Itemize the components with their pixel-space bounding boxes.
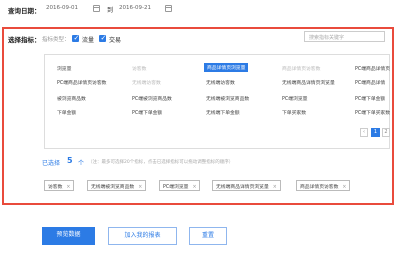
- metric-item[interactable]: PC端下单买家数: [355, 109, 390, 116]
- traffic-checkbox[interactable]: [72, 34, 79, 42]
- pager-page-2[interactable]: 2: [382, 128, 390, 137]
- traffic-checkbox-label[interactable]: 流量: [82, 35, 94, 44]
- metric-item[interactable]: 无线端访客数: [206, 79, 235, 86]
- metric-item[interactable]: PC端下单金额: [132, 109, 162, 116]
- metric-item[interactable]: PC端下单金额: [355, 95, 385, 102]
- reset-button[interactable]: 重置: [189, 227, 227, 245]
- metric-item-selected[interactable]: 商品详情页浏览量: [204, 63, 249, 72]
- select-metric-label: 选择指标：: [8, 36, 41, 44]
- chosen-tag[interactable]: 无线端被浏览商品数 ×: [87, 180, 147, 191]
- preview-data-button[interactable]: 预览数据: [42, 227, 95, 245]
- metric-item[interactable]: 无线端商品详情页浏览量: [282, 79, 335, 86]
- query-date-label: 查询日期：: [8, 7, 41, 15]
- calendar-icon[interactable]: [165, 5, 172, 12]
- metric-item[interactable]: 无线端下单金额: [206, 109, 240, 116]
- metric-item[interactable]: PC端商品详情: [355, 79, 385, 86]
- close-icon[interactable]: ×: [342, 185, 346, 190]
- pager-prev-button[interactable]: ‹: [360, 128, 368, 137]
- chosen-tag-label: 无线端被浏览商品数: [91, 185, 135, 190]
- metric-item[interactable]: PC端商品详情页访客数: [57, 79, 106, 86]
- chosen-label: 已选择: [42, 160, 61, 167]
- close-icon[interactable]: ×: [273, 185, 277, 190]
- close-icon[interactable]: ×: [192, 185, 196, 190]
- trade-checkbox[interactable]: [99, 34, 106, 42]
- metric-item[interactable]: 下单金额: [57, 109, 76, 116]
- calendar-icon[interactable]: [93, 5, 100, 12]
- chosen-tag[interactable]: PC端浏览量 ×: [159, 180, 201, 191]
- metric-item[interactable]: PC端浏览量: [282, 95, 307, 102]
- close-icon[interactable]: ×: [138, 185, 142, 190]
- chosen-count: 5: [67, 156, 73, 165]
- metric-item[interactable]: PC端商品详情页: [355, 65, 390, 72]
- metric-item[interactable]: 访客数: [132, 65, 146, 72]
- end-date-input[interactable]: 2016-09-21: [119, 5, 151, 11]
- metric-item[interactable]: 下单买家数: [282, 109, 306, 116]
- start-date-input[interactable]: 2016-09-01: [46, 5, 78, 11]
- metric-item[interactable]: PC端被浏览商品数: [132, 95, 172, 102]
- chosen-hint: （注：最多可选择20个指标，点击已选择指标可以拖动调整指标的顺序）: [88, 160, 234, 165]
- metric-item[interactable]: 商品详情页访客数: [282, 65, 320, 72]
- add-to-report-button[interactable]: 加入我的报表: [108, 227, 177, 245]
- chosen-tag[interactable]: 访客数 ×: [44, 180, 75, 191]
- pager-page-1[interactable]: 1: [371, 128, 380, 137]
- chosen-tag-label: 商品详情页访客数: [300, 185, 339, 190]
- metric-search-input[interactable]: 搜索指标关键字: [304, 31, 385, 42]
- chosen-unit: 个: [78, 160, 85, 167]
- chosen-tag[interactable]: 商品详情页访客数 ×: [296, 180, 351, 191]
- close-icon[interactable]: ×: [66, 185, 70, 190]
- metric-item[interactable]: 浏览量: [57, 65, 71, 72]
- trade-checkbox-label[interactable]: 交易: [109, 35, 121, 44]
- date-to-label: 到: [107, 7, 114, 14]
- chosen-tag-label: 无线端商品详情页浏览量: [216, 185, 269, 190]
- metric-item[interactable]: 被浏览商品数: [57, 95, 86, 102]
- metric-type-label: 指标类型：: [42, 37, 70, 43]
- chosen-tag-label: 访客数: [48, 185, 63, 190]
- chosen-tag-label: PC端浏览量: [163, 185, 189, 190]
- chosen-tag[interactable]: 无线端商品详情页浏览量 ×: [212, 180, 281, 191]
- metric-item[interactable]: 无线端访客数: [132, 79, 161, 86]
- metric-item[interactable]: 无线端被浏览商品数: [206, 95, 249, 102]
